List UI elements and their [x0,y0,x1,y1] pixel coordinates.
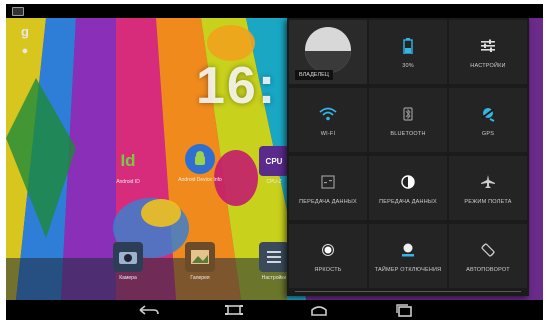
android-id-icon: Id [120,151,136,170]
tile-settings[interactable]: НАСТРОЙКИ [449,20,527,84]
tile-label: РЕЖИМ ПОЛЕТА [464,198,512,205]
battery-icon [398,36,418,56]
tile-label: BLUETOOTH [390,130,426,137]
bluetooth-icon [398,104,418,124]
app-android-id[interactable]: Id Android ID [98,146,158,185]
app-label: Галерея [190,275,210,281]
sleep-timer-icon [398,240,418,260]
tile-label: АВТОПОВОРОТ [466,266,510,273]
app-label: Android Device Info [178,177,222,183]
owner-label: ВЛАДЕЛЕЦ [295,70,333,80]
quick-settings-grid: ВЛАДЕЛЕЦ 30% НАСТРОЙКИ WI-FI BLUETOOTH G… [287,18,529,288]
location-icon [478,104,498,124]
tile-label: ПЕРЕДАЧА ДАННЫХ [379,198,437,205]
google-icon[interactable]: g [16,24,34,39]
quick-settings-panel: ВЛАДЕЛЕЦ 30% НАСТРОЙКИ WI-FI BLUETOOTH G… [287,18,529,296]
home-icon [225,305,243,315]
tile-data-roaming[interactable]: ПЕРЕДАЧА ДАННЫХ [369,156,447,220]
up-button[interactable] [304,302,334,318]
gallery-icon [185,242,215,272]
back-button[interactable] [134,302,164,318]
recents-button[interactable] [389,302,419,318]
home-button[interactable] [219,302,249,318]
tile-label: ТАЙМЕР ОТКЛЮЧЕНИЯ [374,266,442,273]
android-robot-icon [185,144,215,174]
app-android-device-info[interactable]: Android Device Info [170,144,230,183]
auto-rotate-icon [478,240,498,260]
avatar [305,27,351,73]
tile-label: ПЕРЕДАЧА ДАННЫХ [299,198,357,205]
tile-owner[interactable]: ВЛАДЕЛЕЦ [289,20,367,84]
home-screen[interactable]: g ● 16: Id Android ID Android Device Inf… [6,18,543,300]
notification-icon [12,7,24,16]
panel-divider [295,291,521,292]
device-screen: g ● 16: Id Android ID Android Device Inf… [6,4,543,320]
mobile-data-icon [318,172,338,192]
brightness-icon [318,240,338,260]
tile-mobile-data[interactable]: ПЕРЕДАЧА ДАННЫХ [289,156,367,220]
tile-label: WI-FI [320,130,336,137]
navigation-bar [6,300,543,320]
settings-app-icon [259,242,289,272]
app-label: Android ID [116,179,140,185]
wifi-icon [318,104,338,124]
back-icon [139,305,159,315]
tile-wifi[interactable]: WI-FI [289,88,367,152]
camera-icon [113,242,143,272]
status-bar[interactable] [6,4,543,18]
tile-brightness[interactable]: ЯРКОСТЬ [289,224,367,288]
google-search-bar[interactable]: g ● [16,24,34,84]
tile-label: 30% [402,62,414,69]
tile-sleep-timer[interactable]: ТАЙМЕР ОТКЛЮЧЕНИЯ [369,224,447,288]
tile-label: GPS [481,130,495,137]
app-camera[interactable]: Камера [98,242,158,281]
settings-sliders-icon [478,36,498,56]
tile-airplane-mode[interactable]: РЕЖИМ ПОЛЕТА [449,156,527,220]
tile-bluetooth[interactable]: BLUETOOTH [369,88,447,152]
data-roaming-icon [398,172,418,192]
tile-auto-rotate[interactable]: АВТОПОВОРОТ [449,224,527,288]
microphone-icon[interactable]: ● [16,45,34,57]
recents-icon [396,304,412,317]
app-label: Камера [119,275,137,281]
tile-battery[interactable]: 30% [369,20,447,84]
tile-gps[interactable]: GPS [449,88,527,152]
app-gallery[interactable]: Галерея [170,242,230,281]
airplane-icon [478,172,498,192]
cpu-chip-icon: CPU [259,146,289,176]
tile-label: НАСТРОЙКИ [470,62,506,69]
tile-label: ЯРКОСТЬ [314,266,342,273]
clock-widget[interactable]: 16: [196,56,277,116]
home-arch-icon [311,306,327,316]
